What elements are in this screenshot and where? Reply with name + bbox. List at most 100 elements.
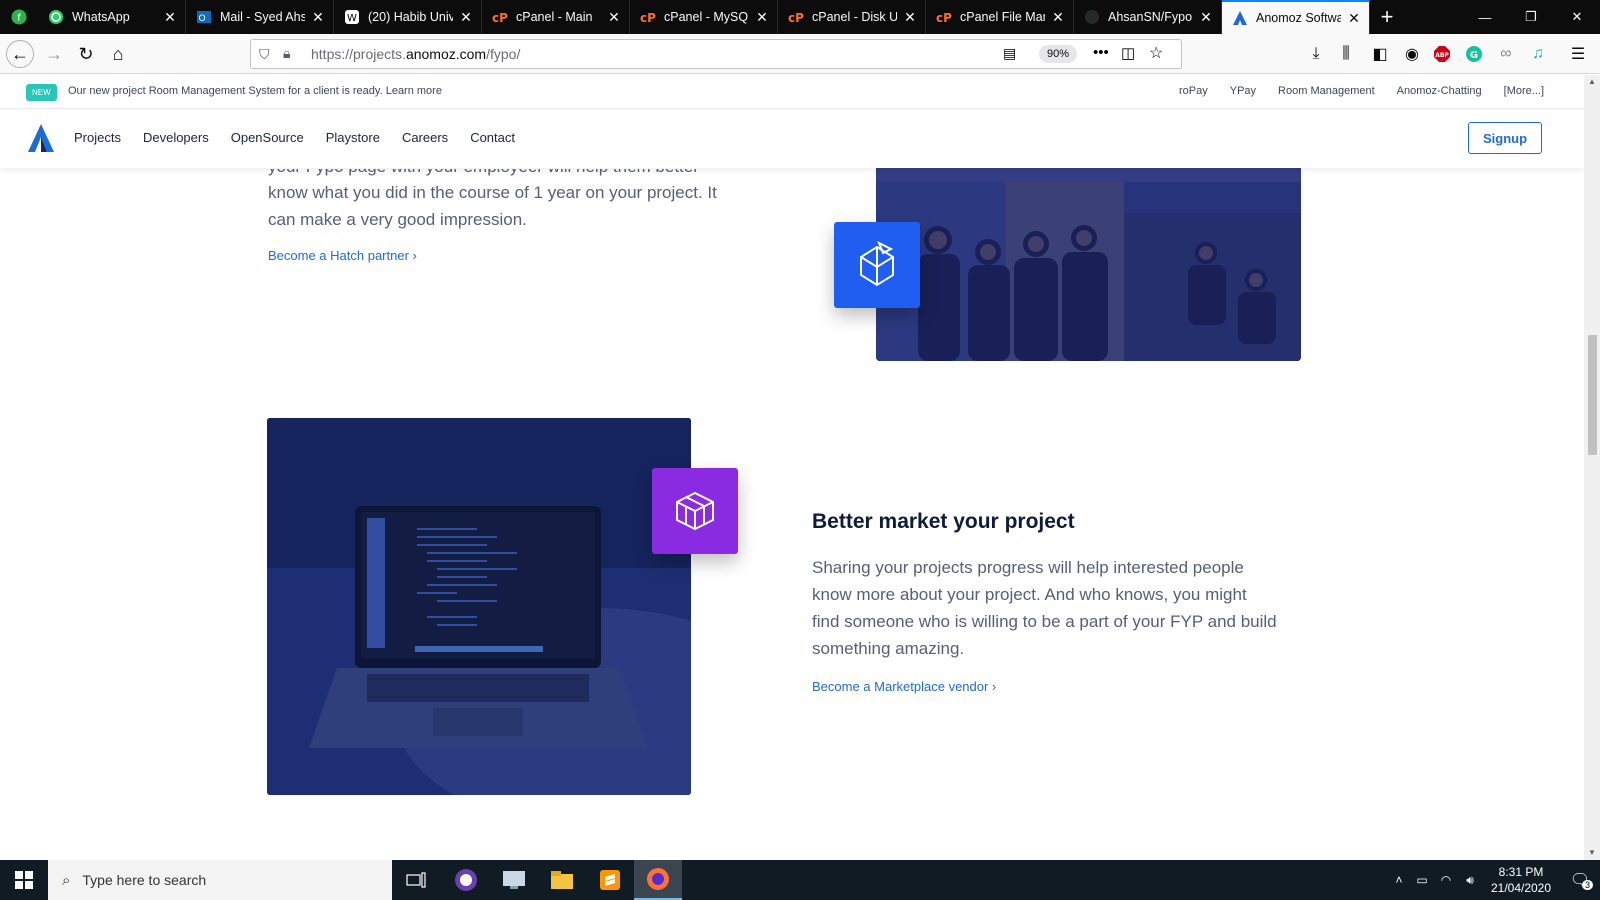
whatsapp-icon bbox=[48, 9, 64, 25]
system-tray: ˄ ▭ ◠ 🔊︎ 8:31 PM 21/04/2020 🗨︎ 3 bbox=[1388, 860, 1600, 900]
link-room-management[interactable]: Room Management bbox=[1278, 85, 1375, 97]
menu-icon[interactable]: ☰ bbox=[1566, 42, 1590, 66]
new-tab-button[interactable]: + bbox=[1370, 0, 1404, 34]
tab-cpanel-disk[interactable]: cP cPanel - Disk Usage ✕ bbox=[778, 0, 926, 34]
link-ropay[interactable]: roPay bbox=[1179, 85, 1208, 97]
tab-title: cPanel - MySQL bbox=[664, 10, 749, 24]
scroll-thumb[interactable] bbox=[1588, 335, 1597, 455]
taskbar-search[interactable]: ⌕ Type here to search bbox=[48, 860, 392, 900]
hatch-partner-link[interactable]: Become a Hatch partner › bbox=[268, 248, 417, 263]
hatch-text-line: know what you did in the course of 1 yea… bbox=[268, 183, 717, 202]
close-window-icon[interactable]: ✕ bbox=[1554, 0, 1600, 34]
scroll-down-icon[interactable]: ▼ bbox=[1588, 848, 1596, 857]
svg-text:W: W bbox=[347, 13, 357, 24]
url-bar[interactable]: ⛉ 🔒︎ https://projects.anomoz.com/fypo/ ▤… bbox=[250, 39, 1182, 69]
forward-icon[interactable]: → bbox=[40, 40, 68, 68]
close-icon[interactable]: ✕ bbox=[903, 9, 917, 26]
cpanel-icon: cP bbox=[492, 9, 508, 25]
close-icon[interactable]: ✕ bbox=[311, 9, 325, 26]
main-menu: Projects Developers OpenSource Playstore… bbox=[74, 130, 515, 145]
close-icon[interactable]: ✕ bbox=[755, 9, 769, 26]
home-icon[interactable]: ⌂ bbox=[104, 40, 132, 68]
task-view-icon[interactable] bbox=[392, 860, 440, 900]
link-more[interactable]: [More...] bbox=[1504, 85, 1544, 97]
close-icon[interactable]: ✕ bbox=[1051, 9, 1065, 26]
extension-icon[interactable]: ∞ bbox=[1494, 42, 1518, 66]
nav-projects[interactable]: Projects bbox=[74, 130, 121, 145]
anomoz-logo[interactable] bbox=[28, 124, 54, 152]
tab-cpanel-mysql[interactable]: cP cPanel - MySQL ✕ bbox=[630, 0, 778, 34]
close-icon[interactable]: ✕ bbox=[163, 9, 177, 26]
adblock-icon[interactable]: ABP bbox=[1430, 42, 1454, 66]
reader-view-icon[interactable]: ▤ bbox=[1003, 45, 1016, 62]
outlook-icon: O bbox=[196, 9, 212, 25]
cpanel-icon: cP bbox=[936, 9, 952, 25]
tab-cpanel-main[interactable]: cP cPanel - Main ✕ bbox=[482, 0, 630, 34]
windows-taskbar: ⌕ Type here to search ˄ ▭ ◠ 🔊︎ 8:31 PM 2… bbox=[0, 860, 1600, 900]
sublime-text-icon[interactable] bbox=[586, 860, 634, 900]
restore-icon[interactable]: ❐ bbox=[1508, 0, 1554, 34]
minimize-icon[interactable]: — bbox=[1462, 0, 1508, 34]
file-explorer-icon[interactable] bbox=[538, 860, 586, 900]
windows-start-icon[interactable] bbox=[0, 860, 48, 900]
nav-opensource[interactable]: OpenSource bbox=[231, 130, 304, 145]
shield-icon[interactable]: ⛉ bbox=[259, 46, 270, 63]
tab-mail[interactable]: O Mail - Syed Ahsan ✕ bbox=[186, 0, 334, 34]
nav-developers[interactable]: Developers bbox=[143, 130, 209, 145]
volume-icon[interactable]: 🔊︎ bbox=[1458, 873, 1482, 888]
marketplace-vendor-link[interactable]: Become a Marketplace vendor › bbox=[812, 679, 996, 694]
announcement-text[interactable]: Our new project Room Management System f… bbox=[68, 85, 442, 97]
lock-icon[interactable]: 🔒︎ bbox=[283, 45, 290, 62]
link-ypay[interactable]: YPay bbox=[1230, 85, 1256, 97]
close-icon[interactable]: ✕ bbox=[1347, 10, 1361, 27]
tab-cpanel-files[interactable]: cP cPanel File Manager ✕ bbox=[926, 0, 1074, 34]
tab-habib[interactable]: W (20) Habib University ✕ bbox=[334, 0, 482, 34]
url-text[interactable]: https://projects.anomoz.com/fypo/ bbox=[311, 46, 520, 62]
tab-title: Mail - Syed Ahsan bbox=[220, 10, 305, 24]
firefox-taskbar-icon[interactable] bbox=[634, 860, 682, 900]
clock[interactable]: 8:31 PM 21/04/2020 bbox=[1482, 864, 1560, 896]
zoom-level[interactable]: 90% bbox=[1039, 45, 1078, 63]
bookmark-star-icon[interactable]: ☆ bbox=[1149, 43, 1163, 63]
marketplace-text-line: Sharing your projects progress will help… bbox=[812, 558, 1244, 577]
tab-title: cPanel - Main bbox=[516, 10, 593, 24]
library-icon[interactable]: ⫼ bbox=[1334, 42, 1358, 66]
music-extension-icon[interactable]: ♫ bbox=[1526, 42, 1550, 66]
link-anomoz-chatting[interactable]: Anomoz-Chatting bbox=[1397, 85, 1482, 97]
account-icon[interactable]: ◉ bbox=[1400, 42, 1424, 66]
close-icon[interactable]: ✕ bbox=[1199, 9, 1213, 26]
app-purple-icon[interactable] bbox=[442, 860, 490, 900]
pinned-tab[interactable]: f bbox=[0, 0, 38, 34]
wifi-icon[interactable]: ◠ bbox=[1434, 873, 1458, 887]
reload-icon[interactable]: ↻ bbox=[72, 40, 100, 68]
notification-count: 3 bbox=[1582, 880, 1594, 890]
nav-playstore[interactable]: Playstore bbox=[326, 130, 380, 145]
page-actions-icon[interactable]: ••• bbox=[1093, 44, 1109, 61]
svg-text:cP: cP bbox=[788, 11, 804, 25]
webpage: NEW Our new project Room Management Syst… bbox=[0, 75, 1584, 860]
pinned-app-icon: f bbox=[11, 9, 27, 25]
search-icon: ⌕ bbox=[62, 871, 71, 889]
grammarly-icon[interactable]: G bbox=[1462, 42, 1486, 66]
pocket-icon[interactable]: ◫ bbox=[1121, 44, 1135, 62]
downloads-icon[interactable]: ⤓ bbox=[1304, 42, 1328, 66]
battery-icon[interactable]: ▭ bbox=[1410, 873, 1434, 887]
page-scrollbar[interactable]: ▲ ▼ bbox=[1584, 75, 1600, 860]
tab-title: cPanel File Manager bbox=[960, 10, 1045, 24]
tab-anomoz[interactable]: Anomoz Software ✕ bbox=[1222, 0, 1370, 34]
tab-github[interactable]: AhsanSN/Fypo ✕ bbox=[1074, 0, 1222, 34]
signup-button[interactable]: Signup bbox=[1468, 122, 1542, 154]
app-screen-icon[interactable] bbox=[490, 860, 538, 900]
back-icon[interactable]: ← bbox=[6, 40, 34, 68]
nav-contact[interactable]: Contact bbox=[470, 130, 515, 145]
close-icon[interactable]: ✕ bbox=[459, 9, 473, 26]
svg-text:G: G bbox=[1470, 50, 1478, 61]
scroll-up-icon[interactable]: ▲ bbox=[1588, 77, 1596, 86]
sidebar-icon[interactable]: ◧ bbox=[1368, 42, 1392, 66]
notification-center-icon[interactable]: 🗨︎ 3 bbox=[1560, 870, 1600, 890]
close-icon[interactable]: ✕ bbox=[607, 9, 621, 26]
tab-whatsapp[interactable]: WhatsApp ✕ bbox=[38, 0, 186, 34]
show-hidden-icons[interactable]: ˄ bbox=[1388, 873, 1410, 887]
nav-careers[interactable]: Careers bbox=[402, 130, 448, 145]
marketplace-text-line: find someone who is willing to be a part… bbox=[812, 612, 1277, 631]
